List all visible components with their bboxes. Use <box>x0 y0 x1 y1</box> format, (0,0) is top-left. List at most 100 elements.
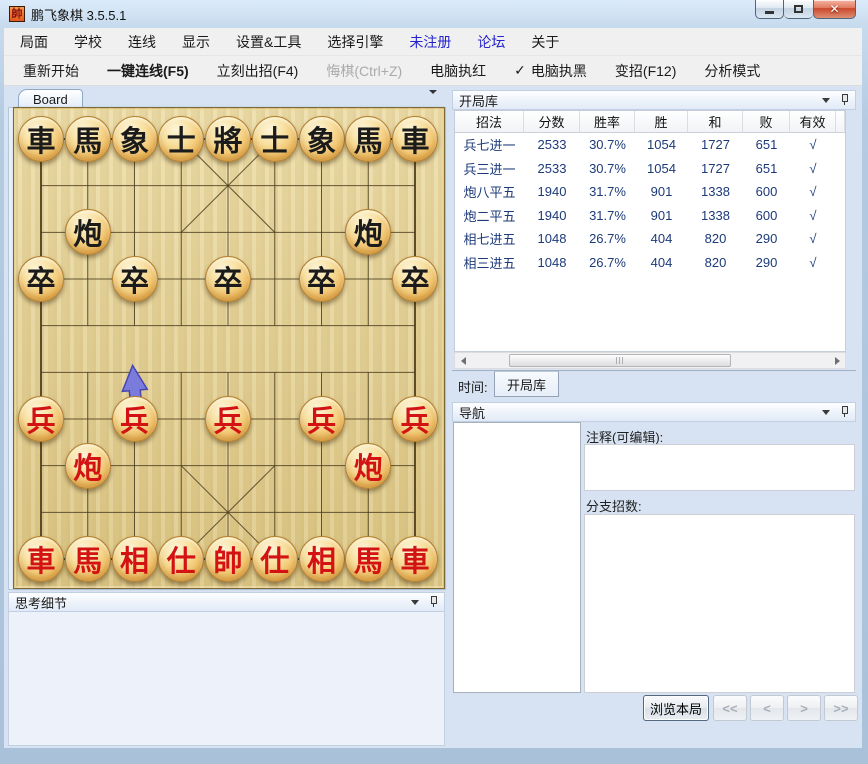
board-piece-炮-red[interactable]: 炮 <box>345 443 391 489</box>
move-cell: 相七进五 <box>455 229 524 248</box>
toolbar-item-3[interactable]: 立刻出招(F4) <box>203 61 313 81</box>
xiangqi-board[interactable]: 車馬象士將士象馬車炮炮卒卒卒卒卒兵兵兵兵兵炮炮車馬相仕帥仕相馬車 <box>14 108 444 588</box>
check-icon: ✓ <box>514 62 526 79</box>
move-cell: 炮二平五 <box>455 206 524 225</box>
board-piece-卒-black[interactable]: 卒 <box>299 256 345 302</box>
menu-item-5[interactable]: 设置&工具 <box>223 32 314 52</box>
tab-time[interactable]: 时间: <box>458 377 488 396</box>
value-cell: √ <box>790 137 836 152</box>
value-cell: √ <box>790 161 836 176</box>
minimize-button[interactable] <box>755 0 784 19</box>
board-piece-車-black[interactable]: 車 <box>392 116 438 162</box>
menu-item-9[interactable]: 关于 <box>518 32 572 52</box>
branch-list[interactable] <box>584 514 855 693</box>
board-piece-士-black[interactable]: 士 <box>252 116 298 162</box>
toolbar-item-2[interactable]: 一键连线(F5) <box>93 61 203 81</box>
toolbar-item-label: 一键连线(F5) <box>107 61 189 81</box>
pin-icon[interactable] <box>840 406 849 418</box>
tab-opening-lib[interactable]: 开局库 <box>494 371 559 397</box>
table-col-header-1[interactable]: 招法 <box>455 111 524 133</box>
table-row[interactable]: 兵三进一253330.7%10541727651√ <box>455 157 845 181</box>
board-piece-馬-red[interactable]: 馬 <box>345 536 391 582</box>
table-col-header-7[interactable]: 有效 <box>790 111 836 133</box>
board-piece-馬-black[interactable]: 馬 <box>65 116 111 162</box>
menu-item-8[interactable]: 论坛 <box>464 32 518 52</box>
menu-item-7[interactable]: 未注册 <box>396 32 464 52</box>
board-piece-象-black[interactable]: 象 <box>299 116 345 162</box>
chevron-down-icon[interactable] <box>822 410 830 415</box>
close-button[interactable]: ✕ <box>813 0 856 19</box>
scroll-left-icon[interactable] <box>455 353 471 368</box>
board-piece-炮-red[interactable]: 炮 <box>65 443 111 489</box>
maximize-button[interactable] <box>784 0 813 19</box>
scrollbar-thumb[interactable] <box>509 354 731 367</box>
board-piece-兵-red[interactable]: 兵 <box>112 396 158 442</box>
chevron-down-icon[interactable] <box>822 98 830 103</box>
board-piece-卒-black[interactable]: 卒 <box>18 256 64 302</box>
think-panel-title: 思考细节 <box>15 593 411 612</box>
board-piece-卒-black[interactable]: 卒 <box>205 256 251 302</box>
pin-icon[interactable] <box>840 94 849 106</box>
prev-move-button[interactable]: < <box>750 695 784 721</box>
toolbar-item-6[interactable]: ✓ 电脑执黑 <box>500 61 601 81</box>
board-piece-炮-black[interactable]: 炮 <box>65 209 111 255</box>
table-col-header-5[interactable]: 和 <box>688 111 743 133</box>
scroll-right-icon[interactable] <box>829 353 845 368</box>
table-row[interactable]: 炮八平五194031.7%9011338600√ <box>455 180 845 204</box>
toolbar-item-8[interactable]: 分析模式 <box>690 61 774 81</box>
menu-item-3[interactable]: 连线 <box>115 32 169 52</box>
tab-board[interactable]: Board <box>18 89 83 108</box>
table-row[interactable]: 炮二平五194031.7%9011338600√ <box>455 204 845 228</box>
toolbar-item-7[interactable]: 变招(F12) <box>601 61 690 81</box>
board-piece-車-red[interactable]: 車 <box>18 536 64 582</box>
table-row[interactable]: 相三进五104826.7%404820290√ <box>455 251 845 275</box>
value-cell: 1338 <box>688 208 743 223</box>
pin-icon[interactable] <box>429 596 438 608</box>
menu-item-6[interactable]: 选择引擎 <box>314 32 396 52</box>
board-piece-仕-red[interactable]: 仕 <box>158 536 204 582</box>
table-col-header-3[interactable]: 胜率 <box>580 111 635 133</box>
board-piece-兵-red[interactable]: 兵 <box>299 396 345 442</box>
board-piece-兵-red[interactable]: 兵 <box>205 396 251 442</box>
board-piece-相-red[interactable]: 相 <box>112 536 158 582</box>
toolbar-item-1[interactable]: 重新开始 <box>9 61 93 81</box>
menu-item-1[interactable]: 局面 <box>7 32 61 52</box>
value-cell: 1054 <box>635 137 688 152</box>
first-move-button[interactable]: << <box>713 695 747 721</box>
board-piece-車-red[interactable]: 車 <box>392 536 438 582</box>
toolbar-item-label: 电脑执黑 <box>531 61 587 81</box>
table-row[interactable]: 兵七进一253330.7%10541727651√ <box>455 133 845 157</box>
board-piece-象-black[interactable]: 象 <box>112 116 158 162</box>
table-col-header-4[interactable]: 胜 <box>635 111 688 133</box>
board-piece-兵-red[interactable]: 兵 <box>392 396 438 442</box>
board-piece-將-black[interactable]: 將 <box>205 116 251 162</box>
board-piece-馬-black[interactable]: 馬 <box>345 116 391 162</box>
toolbar: 重新开始一键连线(F5)立刻出招(F4)悔棋(Ctrl+Z)电脑执红✓电脑执黑变… <box>4 56 862 86</box>
horizontal-scrollbar[interactable] <box>454 352 846 369</box>
table-col-header-2[interactable]: 分数 <box>524 111 580 133</box>
board-piece-仕-red[interactable]: 仕 <box>252 536 298 582</box>
toolbar-item-5[interactable]: 电脑执红 <box>416 61 500 81</box>
title-bar[interactable]: 帥 鹏飞象棋 3.5.5.1 ✕ <box>0 0 868 28</box>
menu-item-2[interactable]: 学校 <box>61 32 115 52</box>
board-piece-帥-red[interactable]: 帥 <box>205 536 251 582</box>
board-piece-兵-red[interactable]: 兵 <box>18 396 64 442</box>
last-move-button[interactable]: >> <box>824 695 858 721</box>
table-row[interactable]: 相七进五104826.7%404820290√ <box>455 227 845 251</box>
board-piece-士-black[interactable]: 士 <box>158 116 204 162</box>
opening-lib-table[interactable]: 招法分数胜率胜和败有效 兵七进一253330.7%10541727651√兵三进… <box>454 110 846 352</box>
app-window: 帥 鹏飞象棋 3.5.5.1 ✕ 局面学校连线显示设置&工具选择引擎未注册论坛关… <box>0 0 868 764</box>
next-move-button[interactable]: > <box>787 695 821 721</box>
table-col-header-6[interactable]: 败 <box>743 111 790 133</box>
board-piece-車-black[interactable]: 車 <box>18 116 64 162</box>
menu-item-4[interactable]: 显示 <box>169 32 223 52</box>
board-piece-相-red[interactable]: 相 <box>299 536 345 582</box>
nav-move-list[interactable] <box>453 422 581 693</box>
board-piece-馬-red[interactable]: 馬 <box>65 536 111 582</box>
chevron-down-icon[interactable] <box>411 600 419 605</box>
board-piece-卒-black[interactable]: 卒 <box>112 256 158 302</box>
browse-game-button[interactable]: 浏览本局 <box>643 695 709 721</box>
comment-textarea[interactable] <box>584 444 855 491</box>
board-piece-卒-black[interactable]: 卒 <box>392 256 438 302</box>
move-cell: 兵三进一 <box>455 159 524 178</box>
